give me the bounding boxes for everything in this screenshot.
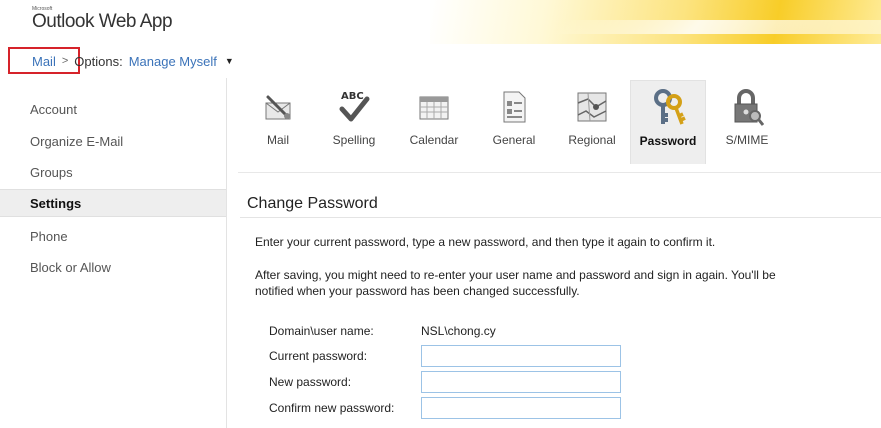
spelling-icon: ABC bbox=[334, 86, 374, 128]
breadcrumb-options-label: Options: bbox=[74, 53, 123, 69]
breadcrumb-mail-link[interactable]: Mail bbox=[32, 54, 56, 69]
sidebar-item-block-or-allow[interactable]: Block or Allow bbox=[0, 253, 226, 281]
sidebar-item-settings[interactable]: Settings bbox=[0, 189, 226, 217]
app-logo: Outlook Web App bbox=[32, 11, 173, 32]
current-password-input[interactable] bbox=[421, 345, 621, 367]
settings-toolbar: Mail ABC Spelling Calendar General Regio… bbox=[238, 80, 881, 168]
breadcrumb: Mail > Options: Manage Myself ▼ bbox=[12, 50, 234, 72]
confirm-password-label: Confirm new password: bbox=[269, 401, 395, 415]
tab-calendar-label: Calendar bbox=[409, 133, 459, 147]
sidebar-item-phone[interactable]: Phone bbox=[0, 222, 226, 250]
intro-text: Enter your current password, type a new … bbox=[255, 235, 716, 249]
chevron-right-icon: > bbox=[61, 55, 69, 67]
general-icon bbox=[494, 86, 534, 128]
page-title: Change Password bbox=[247, 195, 378, 212]
new-password-label: New password: bbox=[269, 375, 352, 389]
lock-icon bbox=[727, 86, 767, 128]
sidebar-item-organize-email[interactable]: Organize E-Mail bbox=[0, 127, 226, 155]
header-swoosh-highlight bbox=[555, 20, 881, 34]
tab-calendar[interactable]: Calendar bbox=[404, 80, 464, 164]
domain-username-value: NSL\chong.cy bbox=[421, 324, 496, 338]
tab-smime[interactable]: S/MIME bbox=[716, 80, 778, 164]
regional-icon bbox=[572, 86, 612, 128]
svg-text:ABC: ABC bbox=[341, 91, 364, 102]
mail-settings-icon bbox=[258, 86, 298, 128]
note-text-line-1: After saving, you might need to re-enter… bbox=[255, 268, 776, 282]
calendar-icon bbox=[414, 86, 454, 128]
tab-regional[interactable]: Regional bbox=[562, 80, 622, 164]
sidebar-divider bbox=[226, 78, 227, 428]
sidebar-item-groups[interactable]: Groups bbox=[0, 158, 226, 186]
tab-spelling-label: Spelling bbox=[332, 133, 376, 147]
caret-down-icon[interactable]: ▼ bbox=[225, 56, 234, 66]
tab-general-label: General bbox=[492, 133, 536, 147]
app-header: Microsoft Outlook Web App bbox=[0, 0, 881, 44]
new-password-input[interactable] bbox=[421, 371, 621, 393]
title-divider bbox=[240, 217, 881, 218]
tab-password-label: Password bbox=[639, 134, 697, 148]
manage-myself-dropdown[interactable]: Manage Myself bbox=[129, 54, 217, 69]
tab-password[interactable]: Password bbox=[630, 80, 706, 164]
domain-username-label: Domain\user name: bbox=[269, 324, 374, 338]
tab-mail[interactable]: Mail bbox=[250, 80, 306, 164]
note-text-line-2: notified when your password has been cha… bbox=[255, 284, 580, 298]
tab-smime-label: S/MIME bbox=[725, 133, 769, 147]
tab-regional-label: Regional bbox=[568, 133, 616, 147]
keys-icon bbox=[648, 87, 688, 129]
sidebar-item-account[interactable]: Account bbox=[0, 95, 226, 123]
tab-mail-label: Mail bbox=[266, 133, 289, 147]
tab-spelling[interactable]: ABC Spelling bbox=[326, 80, 382, 164]
confirm-password-input[interactable] bbox=[421, 397, 621, 419]
toolbar-divider bbox=[238, 172, 881, 173]
current-password-label: Current password: bbox=[269, 349, 368, 363]
tab-general[interactable]: General bbox=[486, 80, 542, 164]
